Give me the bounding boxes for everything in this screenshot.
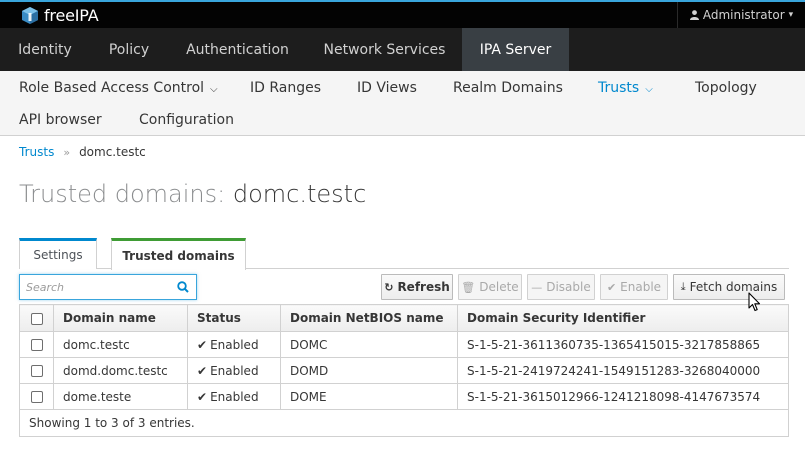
search-box — [19, 274, 197, 300]
column-header-sid[interactable]: Domain Security Identifier — [457, 304, 789, 332]
subnav-id-views[interactable]: ID Views — [357, 80, 417, 96]
row-select-cell — [19, 331, 54, 358]
trash-icon: 🗑︎ — [461, 280, 476, 294]
page-title: Trusted domains: domc.testc — [19, 180, 366, 208]
fetch-domains-button[interactable]: ⤓ Fetch domains — [673, 274, 785, 300]
user-icon — [689, 10, 699, 20]
row-checkbox[interactable] — [30, 391, 43, 403]
table-summary: Showing 1 to 3 of 3 entries. — [19, 409, 789, 437]
table-row: domc.testc ✔ Enabled DOMC S-1-5-21-361136… — [19, 331, 789, 358]
download-icon: ⤓ — [680, 280, 686, 293]
search-icon[interactable] — [177, 281, 189, 293]
subnav-id-ranges[interactable]: ID Ranges — [250, 80, 321, 96]
check-icon: ✔ — [197, 337, 208, 352]
page-title-name: domc.testc — [232, 180, 367, 208]
table-header-row: Domain name Status Domain NetBIOS name D… — [19, 304, 789, 332]
cell-netbios: DOME — [280, 383, 458, 410]
refresh-button-label: Refresh — [397, 280, 450, 294]
nav-network-services[interactable]: Network Services — [307, 28, 462, 71]
cell-sid: S-1-5-21-3611360735-1365415015-321785886… — [457, 331, 789, 358]
table-row: dome.teste ✔ Enabled DOME S-1-5-21-361501… — [19, 383, 789, 410]
user-menu[interactable]: Administrator ▾ — [677, 2, 805, 28]
column-header-status[interactable]: Status — [187, 304, 281, 332]
subnav-rbac[interactable]: Role Based Access Control ⌵ — [19, 80, 218, 96]
chevron-down-icon: ⌵ — [645, 84, 653, 95]
enable-button-label: Enable — [620, 280, 662, 294]
masthead: freeIPA Administrator ▾ — [0, 0, 805, 28]
status-label: Enabled — [210, 337, 259, 352]
cell-sid: S-1-5-21-2419724241-1549151283-326804000… — [457, 357, 789, 384]
status-label: Enabled — [210, 363, 259, 378]
refresh-icon: ↻ — [384, 280, 394, 294]
check-icon: ✔ — [197, 363, 208, 378]
breadcrumb-current: domc.testc — [79, 145, 146, 159]
cell-status: ✔ Enabled — [187, 331, 281, 358]
subnav-realm-domains[interactable]: Realm Domains — [453, 80, 563, 96]
subnav-trusts[interactable]: Trusts ⌵ — [598, 80, 653, 96]
tab-settings[interactable]: Settings — [19, 238, 97, 269]
nav-ipa-server[interactable]: IPA Server — [462, 28, 569, 71]
subnav-topology[interactable]: Topology — [695, 80, 757, 96]
check-icon: ✔ — [197, 389, 208, 404]
breadcrumb: Trusts » domc.testc — [19, 145, 146, 159]
primary-nav: Identity Policy Authentication Network S… — [0, 28, 805, 71]
row-checkbox[interactable] — [30, 365, 43, 377]
nav-identity[interactable]: Identity — [0, 28, 90, 71]
check-icon: ✔ — [606, 280, 617, 294]
cell-sid: S-1-5-21-3615012966-1241218098-414767357… — [457, 383, 789, 410]
mouse-pointer-icon — [748, 292, 761, 312]
tab-trusted-domains[interactable]: Trusted domains — [111, 238, 246, 270]
minus-icon: — — [531, 280, 543, 294]
row-select-cell — [19, 357, 54, 384]
brand-logo[interactable]: freeIPA — [22, 5, 99, 25]
status-label: Enabled — [210, 389, 259, 404]
breadcrumb-separator: » — [63, 145, 71, 159]
cell-domain-name[interactable]: domc.testc — [53, 331, 188, 358]
cell-netbios: DOMD — [280, 357, 458, 384]
disable-button[interactable]: — Disable — [527, 274, 595, 300]
enable-button[interactable]: ✔ Enable — [600, 274, 668, 300]
search-input[interactable] — [26, 279, 166, 295]
row-select-cell — [19, 383, 54, 410]
column-header-domain-name[interactable]: Domain name — [53, 304, 188, 332]
cell-status: ✔ Enabled — [187, 357, 281, 384]
secondary-nav: Role Based Access Control ⌵ ID Ranges ID … — [0, 71, 805, 136]
chevron-down-icon: ⌵ — [210, 84, 218, 95]
cell-domain-name[interactable]: dome.teste — [53, 383, 188, 410]
disable-button-label: Disable — [546, 280, 591, 294]
subnav-configuration[interactable]: Configuration — [139, 112, 234, 128]
caret-down-icon: ▾ — [788, 10, 794, 20]
row-checkbox[interactable] — [30, 339, 43, 351]
nav-authentication[interactable]: Authentication — [168, 28, 307, 71]
cell-status: ✔ Enabled — [187, 383, 281, 410]
subnav-api-browser[interactable]: API browser — [19, 112, 102, 128]
trusted-domains-table: Domain name Status Domain NetBIOS name D… — [19, 304, 789, 437]
delete-button[interactable]: 🗑︎ Delete — [458, 274, 522, 300]
page-title-prefix: Trusted domains: — [19, 180, 226, 208]
delete-button-label: Delete — [479, 280, 519, 294]
table-footer-row: Showing 1 to 3 of 3 entries. — [19, 409, 789, 437]
breadcrumb-parent-link[interactable]: Trusts — [19, 145, 54, 159]
brand-name: freeIPA — [44, 5, 99, 25]
subnav-trusts-label: Trusts — [598, 80, 640, 96]
freeipa-logo-icon — [22, 6, 38, 24]
select-all-cell — [19, 304, 54, 332]
subnav-rbac-label: Role Based Access Control — [19, 80, 205, 96]
cell-domain-name[interactable]: domd.domc.testc — [53, 357, 188, 384]
column-header-netbios[interactable]: Domain NetBIOS name — [280, 304, 458, 332]
select-all-checkbox[interactable] — [30, 312, 43, 325]
refresh-button[interactable]: ↻ Refresh — [381, 274, 453, 300]
nav-policy[interactable]: Policy — [90, 28, 168, 71]
user-menu-label: Administrator — [702, 8, 785, 22]
fetch-domains-button-label: Fetch domains — [689, 280, 778, 294]
cell-netbios: DOMC — [280, 331, 458, 358]
table-row: domd.domc.testc ✔ Enabled DOMD S-1-5-21-2… — [19, 357, 789, 384]
